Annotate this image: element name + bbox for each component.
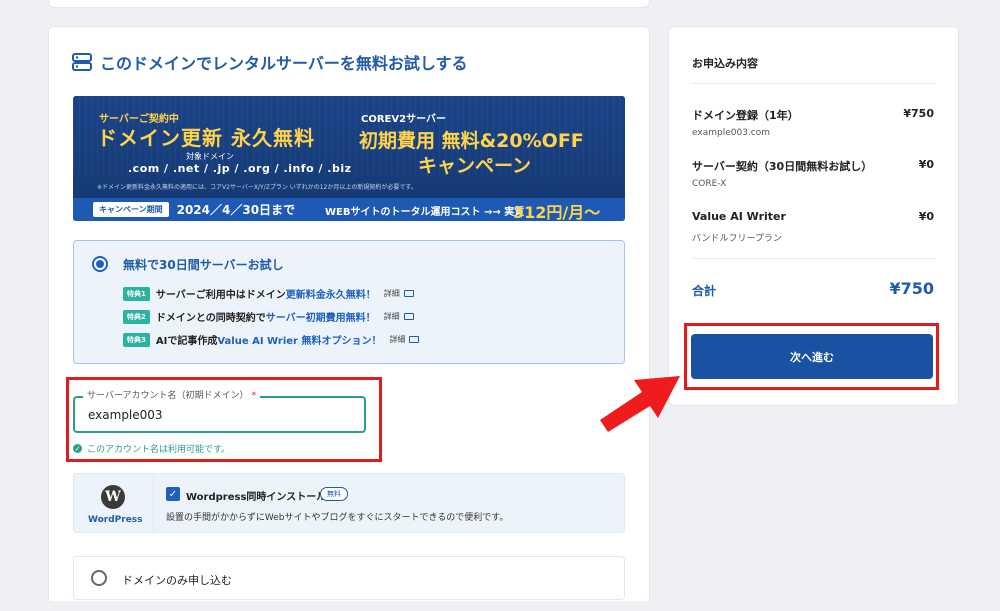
previous-card [48,0,650,8]
cost-text: WEBサイトのトータル運用コスト →→ 実質 [325,207,525,218]
campaign-period-tag: キャンペーン期間 [93,202,169,217]
wordpress-checkbox[interactable]: ✓ [166,487,180,501]
domain-only-option[interactable]: ドメインのみ申し込む [73,556,625,600]
order-item-detail: example003.com [692,128,770,138]
domain-only-label: ドメインのみ申し込む [122,574,232,587]
perk-tag: 特典2 [123,309,150,324]
banner-tld-list: .com / .net / .jp / .org / .info / .biz [128,162,352,175]
total-price: ¥750 [889,279,934,298]
order-item-name: Value AI Writer [692,210,786,223]
order-summary-title: お申込み内容 [692,57,758,70]
wordpress-description: 設置の手間がかからずにWebサイトやブログをすぐにスタートできるので便利です。 [166,513,509,523]
wordpress-icon: W [101,485,125,509]
banner-target-label: 対象ドメイン [186,152,234,161]
wordpress-logo-area: W WordPress [74,474,154,532]
perk-tag: 特典1 [123,286,150,301]
wordpress-title: Wordpress同時インストール [186,492,327,503]
validation-message: ✓ このアカウント名は利用可能です。 [73,442,230,455]
order-item-detail: バンドルフリープラン [692,234,782,244]
perk-detail-link[interactable]: 詳細 [384,311,400,322]
banner-footer: キャンペーン期間 2024／4／30日まで WEBサイトのトータル運用コスト →… [73,198,625,221]
trial-option[interactable]: 無料で30日間サーバーお試し 特典1 サーバーご利用中はドメイン 更新料金永久無… [73,240,625,364]
perk-1: 特典1 サーバーご利用中はドメイン 更新料金永久無料！ 詳細 [123,286,414,301]
section-title-text: このドメインでレンタルサーバーを無料お試しする [100,54,468,73]
divider [692,83,936,84]
perk-text: サーバーご利用中はドメイン [155,290,286,301]
server-icon [72,53,92,71]
page-bottom [0,601,1000,611]
account-name-value[interactable]: example003 [88,408,163,422]
domain-only-radio[interactable] [91,570,107,586]
order-item-detail: CORE-X [692,179,727,189]
campaign-banner[interactable]: サーバーご契約中 ドメイン更新 永久無料 対象ドメイン .com / .net … [73,96,625,221]
perk-highlight: 更新料金永久無料！ [285,290,376,301]
banner-left-headline: ドメイン更新 永久無料 [97,126,315,150]
free-badge: 無料 [320,487,348,501]
wordpress-option[interactable]: W WordPress ✓ Wordpress同時インストール 無料 設置の手間… [73,473,625,533]
divider [692,258,936,259]
perk-detail-link[interactable]: 詳細 [384,288,400,299]
banner-note: ※ドメイン更新料金永久無料の適用には、コアV2サーバーX/Y/Zプラン いずれか… [97,184,417,191]
perk-text: ドメインとの同時契約で [155,313,266,324]
check-circle-icon: ✓ [73,444,82,453]
perk-highlight: Value AI Wrier 無料オプション！ [217,336,382,347]
trial-title: 無料で30日間サーバーお試し [123,258,284,272]
perk-text: AIで記事作成 [155,336,218,347]
section-title: このドメインでレンタルサーバーを無料お試しする [72,50,468,74]
validation-text: このアカウント名は利用可能です。 [87,445,231,455]
order-item-name: サーバー契約（30日間無料お試し） [692,160,873,173]
wordpress-logo-text: WordPress [88,515,143,525]
next-button[interactable]: 次へ進む [691,334,933,379]
banner-right-campaign: キャンペーン [418,155,532,177]
modal-icon[interactable] [403,290,414,297]
order-item-price: ¥0 [918,210,934,223]
cost-price: 312円/月〜 [513,203,601,221]
order-item-name: ドメイン登録（1年） [692,109,799,122]
banner-main: サーバーご契約中 ドメイン更新 永久無料 対象ドメイン .com / .net … [73,96,625,198]
order-item-price: ¥0 [918,158,934,171]
trial-radio[interactable] [92,256,108,272]
banner-right-headline: 初期費用 無料&20%OFF [359,130,584,152]
perk-tag: 特典3 [123,332,150,347]
total-label: 合計 [692,284,717,298]
account-label-text: サーバーアカウント名（初期ドメイン） [87,391,249,401]
required-mark: * [251,391,257,401]
external-link-icon[interactable] [409,336,420,343]
red-arrow-annotation [600,376,680,432]
perk-3: 特典3 AIで記事作成 Value AI Wrier 無料オプション！ 詳細 [123,332,420,347]
campaign-date: 2024／4／30日まで [176,203,296,217]
perk-detail-link[interactable]: 詳細 [389,334,405,345]
perk-2: 特典2 ドメインとの同時契約で サーバー初期費用無料！ 詳細 [123,309,414,324]
account-name-label: サーバーアカウント名（初期ドメイン） * [83,388,261,401]
modal-icon[interactable] [403,313,414,320]
order-item-price: ¥750 [903,107,934,120]
banner-right-subtitle: COREV2サーバー [361,114,446,125]
perk-highlight: サーバー初期費用無料！ [265,313,376,324]
